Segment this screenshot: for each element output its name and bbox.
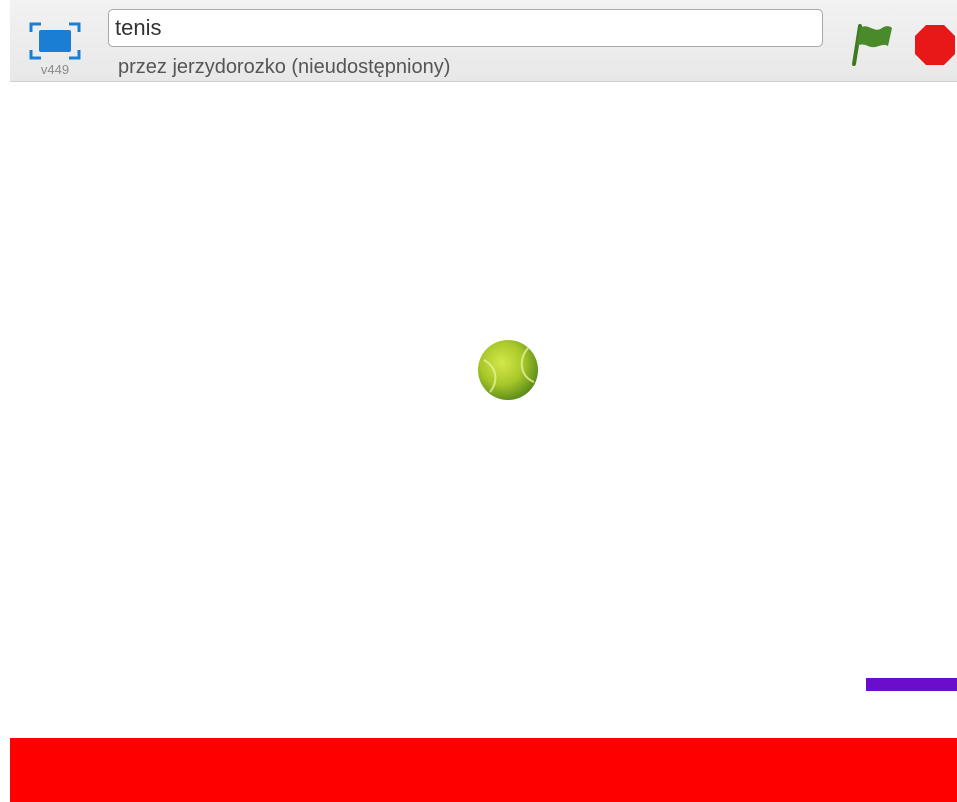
paddle-sprite <box>866 678 957 691</box>
tennis-ball-sprite <box>476 338 540 402</box>
red-floor-sprite <box>10 738 957 802</box>
green-flag-button[interactable] <box>848 20 896 66</box>
player-header: v449 przez jerzydorozko (nieudostępniony… <box>10 0 957 82</box>
stage[interactable] <box>10 82 957 802</box>
scratch-player: v449 przez jerzydorozko (nieudostępniony… <box>0 0 957 802</box>
tennis-ball-icon <box>478 340 538 400</box>
green-flag-icon <box>852 24 892 66</box>
version-label: v449 <box>40 62 70 77</box>
fullscreen-icon <box>29 22 81 60</box>
stop-sign-icon <box>915 25 955 65</box>
project-author-byline: przez jerzydorozko (nieudostępniony) <box>118 56 451 78</box>
stop-button[interactable] <box>913 23 957 67</box>
project-title-input[interactable] <box>108 9 823 47</box>
fullscreen-button[interactable] <box>27 18 83 64</box>
